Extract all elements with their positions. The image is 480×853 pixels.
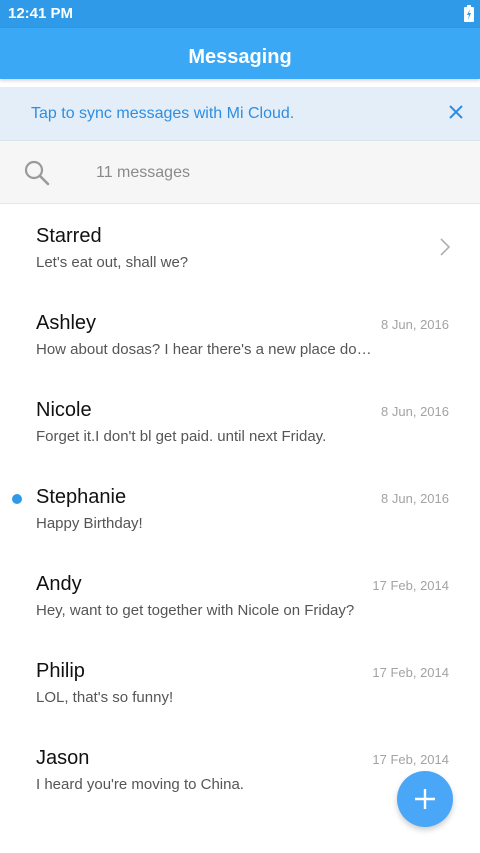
search-bar[interactable]: 11 messages (0, 141, 480, 204)
conversation-snippet: Let's eat out, shall we? (36, 254, 189, 271)
conversation-list: Starred Let's eat out, shall we? Ashley … (0, 204, 480, 813)
conversation-name: Stephanie (36, 486, 127, 508)
conversation-row-starred[interactable]: Starred Let's eat out, shall we? (0, 204, 480, 291)
app-title: Messaging (188, 46, 292, 68)
sync-banner[interactable]: Tap to sync messages with Mi Cloud. (0, 87, 480, 141)
conversation-name: Philip (36, 660, 85, 682)
conversation-date: 8 Jun, 2016 (381, 317, 449, 332)
conversation-name: Andy (36, 573, 82, 595)
conversation-snippet: Hey, want to get together with Nicole on… (36, 602, 355, 619)
conversation-name: Jason (36, 747, 90, 769)
close-icon[interactable] (448, 104, 464, 120)
conversation-snippet: I heard you're moving to China. (36, 776, 244, 793)
battery-charging-icon (464, 5, 474, 22)
conversation-snippet: How about dosas? I hear there's a new pl… (36, 341, 372, 358)
chevron-right-icon (440, 238, 450, 256)
conversation-date: 17 Feb, 2014 (372, 578, 449, 593)
conversation-date: 17 Feb, 2014 (372, 752, 449, 767)
conversation-snippet: Forget it.I don't bl get paid. until nex… (36, 428, 327, 445)
conversation-row-ashley[interactable]: Ashley 8 Jun, 2016 How about dosas? I he… (0, 291, 480, 378)
conversation-snippet: Happy Birthday! (36, 515, 143, 532)
unread-indicator (12, 494, 22, 504)
conversation-name: Ashley (36, 312, 97, 334)
status-bar: 12:41 PM (0, 0, 480, 28)
sync-banner-text[interactable]: Tap to sync messages with Mi Cloud. (31, 105, 294, 123)
new-message-button[interactable] (397, 771, 453, 827)
conversation-date: 17 Feb, 2014 (372, 665, 449, 680)
conversation-row-stephanie[interactable]: Stephanie 8 Jun, 2016 Happy Birthday! (0, 465, 480, 552)
status-time: 12:41 PM (8, 5, 74, 22)
conversation-row-nicole[interactable]: Nicole 8 Jun, 2016 Forget it.I don't bl … (0, 378, 480, 465)
conversation-name: Starred (36, 225, 102, 247)
conversation-name: Nicole (36, 399, 92, 421)
message-count: 11 messages (96, 164, 190, 181)
conversation-date: 8 Jun, 2016 (381, 491, 449, 506)
conversation-date: 8 Jun, 2016 (381, 404, 449, 419)
search-icon[interactable] (24, 160, 50, 186)
conversation-row-andy[interactable]: Andy 17 Feb, 2014 Hey, want to get toget… (0, 552, 480, 639)
conversation-snippet: LOL, that's so funny! (36, 689, 174, 706)
app-bar: Messaging (0, 28, 480, 79)
plus-icon (415, 789, 435, 809)
conversation-row-philip[interactable]: Philip 17 Feb, 2014 LOL, that's so funny… (0, 639, 480, 726)
